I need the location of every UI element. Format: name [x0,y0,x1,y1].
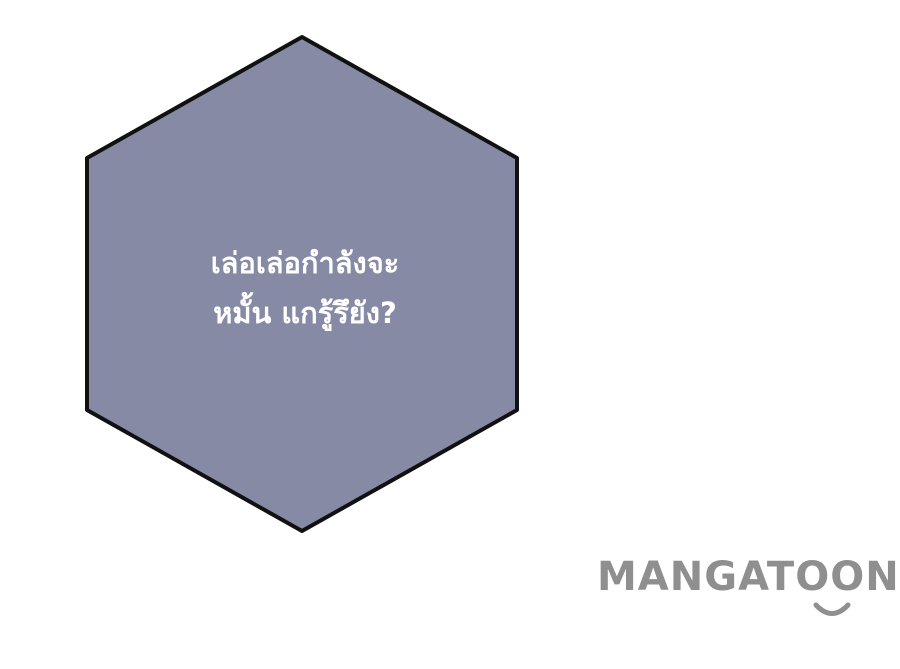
comic-panel: เล่อเล่อกำลังจะ หมั้น แกรู้รึยัง? MANGAT… [0,0,900,669]
smile-icon [813,602,851,616]
speech-text: เล่อเล่อกำลังจะ หมั้น แกรู้รึยัง? [120,238,490,338]
mangatoon-watermark: MANGATOON [597,552,900,622]
watermark-text: MANGATOON [597,554,900,600]
speech-line-1: เล่อเล่อกำลังจะ [210,246,400,280]
speech-line-2: หมั้น แกรู้รึยัง? [213,296,397,330]
